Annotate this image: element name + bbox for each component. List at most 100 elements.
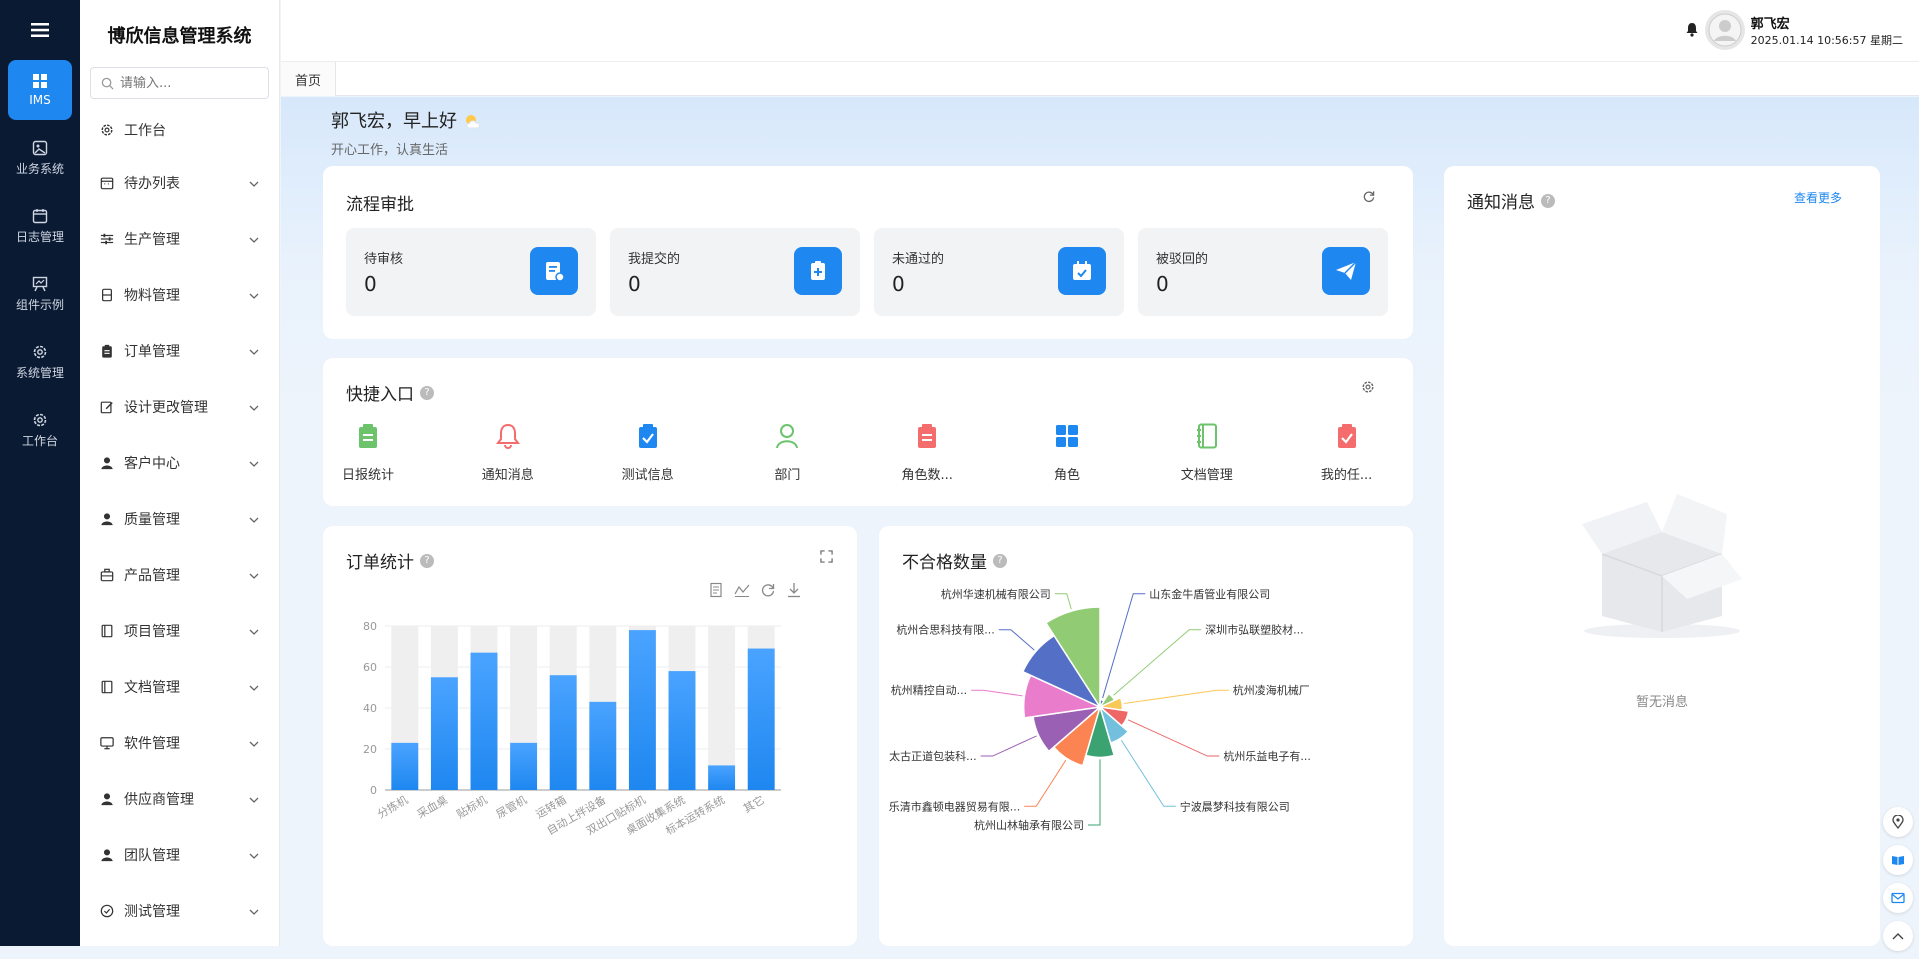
tab-home[interactable]: 首页: [281, 62, 337, 96]
tab-bar: 首页: [281, 62, 1919, 96]
rail-item-components[interactable]: 组件示例: [8, 264, 72, 324]
chevron-down-icon: [249, 849, 259, 862]
user-menu[interactable]: 郭飞宏 2025.01.14 10:56:57 星期二: [1704, 10, 1903, 50]
bar: [470, 652, 498, 790]
order-stats-card: 订单统计? 0 20 40 60 80 分拣机 采血桌 贴标机 尿管机 运转箱 自动上拌设备 双出口贴…: [323, 526, 857, 946]
slice-label: 山东金牛盾管业有限公司: [1149, 587, 1270, 601]
user-icon: [100, 848, 120, 862]
rail-item-system[interactable]: 系统管理: [8, 332, 72, 392]
quick-entry-item[interactable]: 文档管理: [1147, 418, 1267, 483]
avatar[interactable]: [1704, 10, 1745, 50]
rail-item-ims[interactable]: IMS: [8, 60, 72, 120]
label-line: [971, 689, 1023, 697]
stat-value: 0: [364, 272, 377, 296]
quick-entry-item[interactable]: 角色数...: [867, 418, 987, 483]
sidebar-item[interactable]: 产品管理: [80, 547, 279, 603]
quick-settings-button[interactable]: [1361, 380, 1375, 398]
back-to-top-button[interactable]: [1883, 921, 1913, 951]
board-icon: [32, 276, 48, 291]
sidebar-item[interactable]: 供应商管理: [80, 771, 279, 827]
greeting-subtitle: 开心工作，认真生活: [331, 143, 449, 158]
sidebar-item[interactable]: 团队管理: [80, 827, 279, 883]
greeting-title: 郭飞宏，早上好: [331, 111, 457, 132]
user-icon: [100, 456, 120, 470]
stat-value: 0: [628, 272, 641, 296]
refresh-button[interactable]: [1362, 190, 1375, 207]
x-tick-label: 分拣机: [375, 792, 411, 821]
nav-list: 工作台待办列表生产管理 物料管理 订单管理 设计更改管理客户中心质量管理产品管理项目管…: [80, 105, 279, 939]
quick-entry-label: 我的任...: [1320, 468, 1373, 483]
user-name: 郭飞宏: [1750, 16, 1790, 32]
sidebar-item[interactable]: 测试管理: [80, 883, 279, 939]
empty-box-icon: [1582, 494, 1742, 638]
rail-item-workbench[interactable]: 工作台: [8, 400, 72, 460]
sidebar-item-label: 待办列表: [124, 176, 180, 192]
rail-item-business[interactable]: 业务系统: [8, 128, 72, 188]
quick-entry-label: 角色数...: [901, 468, 953, 483]
label-line: [1120, 739, 1176, 807]
sidebar-item[interactable]: 文档管理: [80, 659, 279, 715]
docs-button[interactable]: [1883, 845, 1913, 875]
location-button[interactable]: [1883, 807, 1913, 837]
sidebar-item[interactable]: 订单管理: [80, 323, 279, 379]
bar: [549, 675, 577, 790]
stat-submitted[interactable]: 我提交的 0: [610, 228, 860, 316]
sidebar-item-label: 文档管理: [124, 680, 180, 696]
notification-button[interactable]: [1685, 22, 1699, 41]
check-clipboard-icon: [1287, 418, 1407, 454]
bar: [589, 701, 617, 790]
search-box[interactable]: [90, 67, 269, 99]
rail-item-label: 日志管理: [15, 229, 64, 244]
slice-label: 杭州华速机械有限公司: [941, 587, 1051, 601]
view-more-link[interactable]: 查看更多: [1794, 189, 1842, 206]
main-content: 郭飞宏，早上好 开心工作，认真生活 流程审批 待审核 0 我提交的 0 未通过的…: [281, 97, 1919, 951]
label-line: [1088, 759, 1101, 826]
sidebar-item[interactable]: 物料管理: [80, 267, 279, 323]
x-tick-label: 其它: [741, 792, 767, 815]
quick-entry-label: 通知消息: [481, 468, 534, 483]
rail-item-logs[interactable]: 日志管理: [8, 196, 72, 256]
sidebar-item-label: 客户中心: [124, 456, 180, 472]
mail-button[interactable]: [1883, 883, 1913, 913]
bar: [668, 671, 696, 790]
x-tick-label: 贴标机: [454, 792, 490, 821]
quick-entry-item[interactable]: 部门: [727, 418, 847, 483]
user-icon: [100, 512, 120, 526]
app-rail: IMS 业务系统 日志管理 组件示例 系统管理 工作台: [0, 0, 80, 946]
send-icon: [1322, 247, 1370, 295]
help-icon[interactable]: ?: [1541, 193, 1555, 208]
sidebar-item-label: 项目管理: [124, 624, 180, 640]
stat-label: 未通过的: [892, 252, 945, 267]
quick-entry-item[interactable]: 日报统计: [308, 418, 428, 483]
quick-entry-item[interactable]: 角色: [1007, 418, 1127, 483]
sidebar-item[interactable]: 设计更改管理: [80, 379, 279, 435]
book-icon: [100, 624, 120, 638]
quick-entry-item[interactable]: 通知消息: [448, 418, 568, 483]
refresh-icon: [1363, 191, 1375, 203]
quick-entry-item[interactable]: 测试信息: [588, 418, 708, 483]
label-line: [1024, 759, 1067, 807]
sidebar-item[interactable]: 软件管理: [80, 715, 279, 771]
quick-entry-label: 文档管理: [1180, 468, 1233, 483]
chevron-down-icon: [249, 401, 259, 414]
sidebar-item-label: 团队管理: [124, 848, 180, 864]
label-line: [980, 735, 1037, 757]
stat-returned[interactable]: 被驳回的 0: [1138, 228, 1388, 316]
help-icon[interactable]: ?: [420, 385, 434, 400]
sidebar-item[interactable]: 客户中心: [80, 435, 279, 491]
sidebar-item[interactable]: 待办列表: [80, 155, 279, 211]
menu-toggle-button[interactable]: [0, 0, 80, 60]
approval-title: 流程审批: [346, 195, 414, 215]
floating-tools: [1883, 807, 1913, 959]
sidebar-item[interactable]: 生产管理: [80, 211, 279, 267]
stat-pending[interactable]: 待审核 0: [346, 228, 596, 316]
stat-rejected[interactable]: 未通过的 0: [874, 228, 1124, 316]
sidebar-item-label: 产品管理: [124, 568, 180, 584]
sidebar-item[interactable]: 工作台: [80, 105, 279, 155]
quick-entry-item[interactable]: 我的任...: [1287, 418, 1407, 483]
search-input[interactable]: [120, 75, 250, 91]
chevron-up-icon: [1892, 933, 1904, 940]
sidebar-item[interactable]: 项目管理: [80, 603, 279, 659]
sidebar-item[interactable]: 质量管理: [80, 491, 279, 547]
image-icon: [32, 140, 48, 155]
